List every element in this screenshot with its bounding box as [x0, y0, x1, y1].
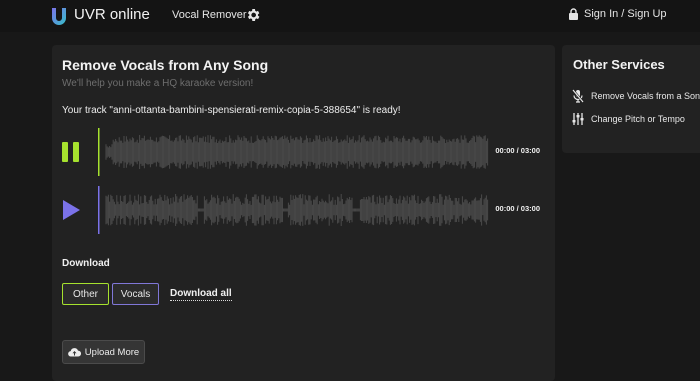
download-heading: Download [62, 258, 110, 269]
sign-in-link[interactable]: Sign In / Sign Up [568, 8, 667, 20]
download-other-button[interactable]: Other [62, 283, 109, 305]
lock-icon [569, 8, 578, 20]
page-subtitle: We'll help you make a HQ karaoke version… [62, 78, 254, 89]
waveform-bars [105, 194, 489, 226]
gear-icon[interactable] [245, 7, 261, 23]
service-remove-vocals[interactable]: Remove Vocals from a Song [571, 89, 700, 103]
main-panel: Remove Vocals from Any Song We'll help y… [52, 45, 555, 381]
nav-vocal-remover[interactable]: Vocal Remover [172, 9, 247, 21]
playhead [98, 128, 100, 176]
download-vocals-button[interactable]: Vocals [112, 283, 159, 305]
playhead [98, 186, 100, 234]
play-icon[interactable] [60, 198, 82, 222]
track-other: 00:00 / 03:00 [60, 128, 540, 176]
service-change-pitch[interactable]: Change Pitch or Tempo [571, 112, 685, 126]
service-label: Change Pitch or Tempo [591, 114, 685, 124]
track-vocals: 00:00 / 03:00 [60, 186, 540, 234]
mic-off-icon [572, 89, 584, 103]
sliders-icon [572, 113, 584, 125]
upload-more-button[interactable]: Upload More [62, 340, 145, 364]
download-all-link[interactable]: Download all [170, 288, 232, 301]
track-ready-message: Your track "anni-ottanta-bambini-spensie… [62, 105, 401, 116]
other-services-panel: Other Services Remove Vocals from a Song… [562, 45, 700, 153]
page-title: Remove Vocals from Any Song [62, 57, 269, 73]
service-label: Remove Vocals from a Song [591, 91, 700, 101]
track-time: 00:00 / 03:00 [495, 204, 540, 213]
pause-icon[interactable] [60, 140, 82, 164]
track-time: 00:00 / 03:00 [495, 146, 540, 155]
upload-more-label: Upload More [84, 346, 140, 358]
cloud-upload-icon [67, 348, 81, 357]
uvr-logo-icon[interactable] [50, 7, 68, 25]
waveform-vocals[interactable] [98, 186, 538, 234]
brand-name[interactable]: UVR online [74, 6, 150, 23]
other-services-title: Other Services [573, 57, 665, 72]
sign-in-label: Sign In / Sign Up [584, 8, 667, 20]
top-bar: UVR online Vocal Remover Sign In / Sign … [0, 0, 700, 32]
waveform-bars [105, 135, 489, 169]
waveform-other[interactable] [98, 128, 538, 176]
